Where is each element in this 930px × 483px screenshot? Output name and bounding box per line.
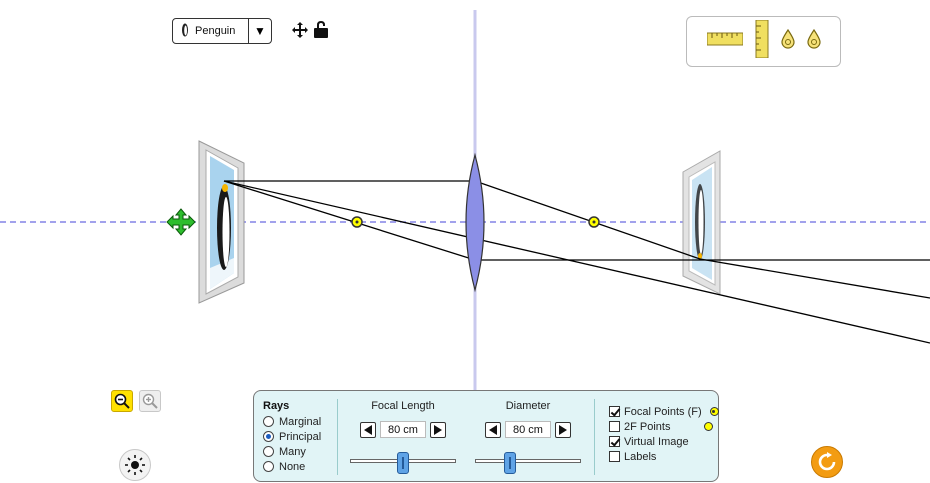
diameter-increment-button[interactable] <box>555 421 571 438</box>
checkbox[interactable] <box>609 406 620 417</box>
rays-option-none[interactable]: None <box>263 459 333 474</box>
rays-option-many[interactable]: Many <box>263 444 333 459</box>
focal-length-increment-button[interactable] <box>430 421 446 438</box>
zoom-out-icon[interactable] <box>111 390 133 412</box>
focal-point-left <box>351 216 363 228</box>
display-options: Focal Points (F) 2F Points Virtual Image… <box>609 404 719 464</box>
lens[interactable] <box>465 152 485 293</box>
divider <box>594 399 595 475</box>
checkbox-virtual-image[interactable]: Virtual Image <box>609 434 719 449</box>
checkbox[interactable] <box>609 436 620 447</box>
sun-icon[interactable] <box>119 449 151 481</box>
focal-length-label: Focal Length <box>371 400 435 412</box>
diameter-slider[interactable] <box>475 452 581 474</box>
rays <box>223 180 930 344</box>
diameter-slider-thumb[interactable] <box>503 452 516 474</box>
object-picture[interactable] <box>198 140 245 304</box>
focal-length-slider[interactable] <box>350 452 456 474</box>
diameter-label: Diameter <box>505 400 551 412</box>
triangle-down-icon[interactable]: ▼ <box>249 19 271 43</box>
move-arrows-icon[interactable] <box>292 21 308 43</box>
checkbox-labels[interactable]: Labels <box>609 449 719 464</box>
rays-option-marginal[interactable]: Marginal <box>263 414 333 429</box>
unlock-icon[interactable] <box>314 21 328 43</box>
focal-length-control: Focal Length 80 cm <box>347 400 459 474</box>
diameter-control: Diameter 80 cm <box>472 400 584 474</box>
rays-option-principal[interactable]: Principal <box>263 429 333 444</box>
focal-length-slider-thumb[interactable] <box>397 452 409 474</box>
vertical-ruler-icon[interactable] <box>755 19 769 63</box>
2f-point-marker-icon <box>704 422 714 431</box>
checkbox[interactable] <box>609 421 620 432</box>
ruler-icon[interactable] <box>706 32 743 51</box>
checkbox-2f-points[interactable]: 2F Points <box>609 419 719 434</box>
zoom-controls <box>111 390 161 412</box>
light-source-icon[interactable] <box>780 28 795 54</box>
focal-length-decrement-button[interactable] <box>360 421 376 438</box>
penguin-icon <box>181 23 189 40</box>
reset-icon[interactable] <box>811 446 843 478</box>
checkbox-focal-points[interactable]: Focal Points (F) <box>609 404 719 419</box>
diameter-value: 80 cm <box>505 421 551 438</box>
object-selector[interactable]: Penguin ▼ <box>172 18 272 44</box>
toolbox <box>686 16 841 67</box>
object-selector-label: Penguin <box>195 25 236 37</box>
simulation-stage: Penguin ▼ Rays Marginal Principal Many N… <box>0 0 930 483</box>
rays-title: Rays <box>263 400 290 412</box>
image-picture <box>682 150 721 295</box>
rays-group: Rays Marginal Principal Many None <box>263 400 333 474</box>
radio-button[interactable] <box>263 431 274 442</box>
divider <box>337 399 338 475</box>
zoom-in-icon[interactable] <box>139 390 161 412</box>
focal-length-value: 80 cm <box>380 421 426 438</box>
focal-point-marker-icon <box>709 407 719 416</box>
radio-button[interactable] <box>263 416 274 427</box>
control-panel: Rays Marginal Principal Many None Focal … <box>253 390 719 482</box>
focal-point-right <box>588 216 600 228</box>
checkbox[interactable] <box>609 451 620 462</box>
four-way-arrow-icon[interactable] <box>166 208 196 236</box>
diameter-decrement-button[interactable] <box>485 421 501 438</box>
radio-button[interactable] <box>263 461 274 472</box>
radio-button[interactable] <box>263 446 274 457</box>
light-source-icon[interactable] <box>806 28 821 54</box>
